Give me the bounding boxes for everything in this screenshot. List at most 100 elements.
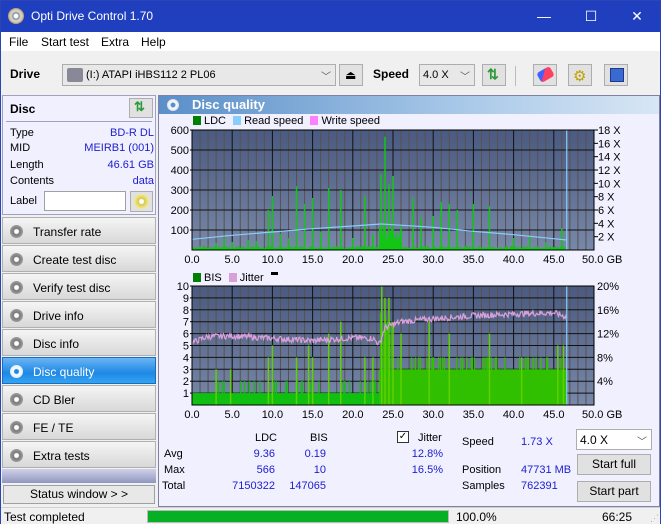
nav-drive-info[interactable]: Drive info xyxy=(2,301,156,328)
x-tick-label: 20.0 xyxy=(342,409,363,420)
position-label: Position xyxy=(462,464,502,476)
disc-value: MEIRB1 (001) xyxy=(84,142,154,154)
disc-refresh-button[interactable]: ⇅ xyxy=(129,98,153,118)
y2-tick-label: 16% xyxy=(597,305,619,317)
disc-icon xyxy=(10,421,23,434)
y-tick-label: 4 xyxy=(183,352,189,364)
start-full-button[interactable]: Start full xyxy=(577,454,651,475)
y2-tick-label: 8% xyxy=(597,352,613,364)
bis-chart: 12345678910 4% 8% 12% 16% 20% 0.0 5.0 10.0 15.0 20… xyxy=(177,281,623,420)
status-window-button[interactable]: Status window > > xyxy=(3,485,155,504)
disc-label-button[interactable] xyxy=(130,191,153,212)
stats-max-ldc: 566 xyxy=(256,464,275,476)
samples-label: Samples xyxy=(462,480,505,492)
nav-cd-bler[interactable]: CD Bler xyxy=(2,385,156,412)
x-tick-label: 15.0 xyxy=(302,409,323,420)
title-bar: Opti Drive Control 1.70 — ☐ ✕ xyxy=(1,1,660,32)
y2-tick-label: 12 X xyxy=(598,165,621,177)
jitter-checkbox[interactable]: ✓ xyxy=(397,431,409,443)
chevron-down-icon: ﹀ xyxy=(637,437,647,448)
speed-label: Speed xyxy=(373,67,410,81)
stats-max-bis: 10 xyxy=(313,464,326,476)
x-tick-label: 50.0 GB xyxy=(582,409,622,420)
nav-label: CD Bler xyxy=(33,393,76,407)
y2-tick-label: 4% xyxy=(597,376,613,388)
disc-header: Disc xyxy=(10,102,36,116)
label-key: Label xyxy=(10,195,37,207)
drive-select[interactable]: (I:) ATAPI iHBS112 2 PL06 ﹀ xyxy=(62,64,336,86)
ldc-chart: 100 200 300 400 500 600 2 X 4 X6 X8 X 10 X12 X14… xyxy=(171,125,623,266)
nav-disc-quality[interactable]: Disc quality xyxy=(2,357,156,384)
disc-icon xyxy=(10,449,23,462)
stats-total-bis: 147065 xyxy=(289,480,326,492)
disc-icon xyxy=(10,365,23,378)
speed-select[interactable]: 4.0 X ﹀ xyxy=(419,64,475,86)
disc-quality-icon xyxy=(167,99,179,111)
y-tick-label: 500 xyxy=(171,145,189,157)
x-tick-label: 0.0 xyxy=(184,409,199,420)
close-button[interactable]: ✕ xyxy=(614,1,660,32)
nav-transfer-rate[interactable]: Transfer rate xyxy=(2,217,156,244)
nav-fe-te[interactable]: FE / TE xyxy=(2,413,156,440)
menu-extra[interactable]: Extra xyxy=(101,35,129,49)
disc-label-input[interactable] xyxy=(44,191,126,211)
disc-value: 46.61 GB xyxy=(107,159,154,171)
save-button[interactable] xyxy=(604,64,628,86)
nav-spacer xyxy=(2,469,156,483)
nav-disc-info[interactable]: Disc info xyxy=(2,329,156,356)
disc-value: BD-R DL xyxy=(109,127,154,139)
y-tick-label: 400 xyxy=(171,165,189,177)
nav-label: Extra tests xyxy=(33,449,90,463)
nav-extra-tests[interactable]: Extra tests xyxy=(2,441,156,468)
menu-help[interactable]: Help xyxy=(141,35,166,49)
stats-avg-jitter: 12.8% xyxy=(411,448,443,460)
speed-stat-label: Speed xyxy=(462,436,494,448)
y2-tick-label: 6 X xyxy=(598,205,615,217)
y-tick-label: 6 xyxy=(183,329,189,341)
x-tick-label: 45.0 xyxy=(543,409,564,420)
erase-button[interactable] xyxy=(533,64,557,86)
toolbar-divider xyxy=(515,66,516,86)
minimize-button[interactable]: — xyxy=(521,1,567,32)
y-tick-label: 10 xyxy=(177,281,189,293)
refresh-button[interactable]: ⇅ xyxy=(482,64,506,86)
y-tick-label: 8 xyxy=(183,305,189,317)
disc-key: MID xyxy=(10,142,31,154)
nav-label: Verify test disc xyxy=(33,281,111,295)
menu-start-test[interactable]: Start test xyxy=(41,35,89,49)
test-speed-select[interactable]: 4.0 X ﹀ xyxy=(576,429,652,450)
y-tick-label: 2 xyxy=(183,376,189,388)
y-tick-label: 1 xyxy=(183,388,189,400)
stats-avg-bis: 0.19 xyxy=(304,448,326,460)
nav-create-test-disc[interactable]: Create test disc xyxy=(2,245,156,272)
y-tick-label: 9 xyxy=(183,293,189,305)
x-tick-label: 10.0 xyxy=(262,409,283,420)
disc-value: data xyxy=(132,175,154,187)
gears-icon: ⚙ xyxy=(573,68,587,85)
app-window: Opti Drive Control 1.70 — ☐ ✕ File Start… xyxy=(0,0,661,524)
eject-button[interactable]: ⏏ xyxy=(339,64,363,86)
stats-max-label: Max xyxy=(164,464,185,476)
start-part-button[interactable]: Start part xyxy=(577,481,651,502)
progress-bar xyxy=(147,510,449,523)
y2-tick-label: 18 X xyxy=(598,125,621,137)
nav-verify-test-disc[interactable]: Verify test disc xyxy=(2,273,156,300)
menu-file[interactable]: File xyxy=(9,35,28,49)
jitter-label: Jitter xyxy=(418,432,442,444)
refresh-arrows-icon: ⇅ xyxy=(487,66,499,82)
y-tick-label: 100 xyxy=(171,225,189,237)
disc-quality-panel: Disc quality LDC Read speed Write speed … xyxy=(158,95,660,507)
y-tick-label: 7 xyxy=(183,317,189,329)
disc-icon xyxy=(10,309,23,322)
app-disc-icon xyxy=(8,8,24,24)
resize-grip-icon[interactable]: ⋰ xyxy=(650,513,659,524)
x-tick-label: 40.0 xyxy=(503,409,524,420)
y-tick-label: 600 xyxy=(171,125,189,137)
y2-tick-label: 2 X xyxy=(598,232,615,244)
disc-key: Type xyxy=(10,127,34,139)
settings-button[interactable]: ⚙ xyxy=(568,64,592,86)
nav-label: FE / TE xyxy=(33,421,74,435)
nav-label: Disc info xyxy=(33,337,80,351)
disc-key: Length xyxy=(10,159,44,171)
maximize-button[interactable]: ☐ xyxy=(568,1,614,32)
